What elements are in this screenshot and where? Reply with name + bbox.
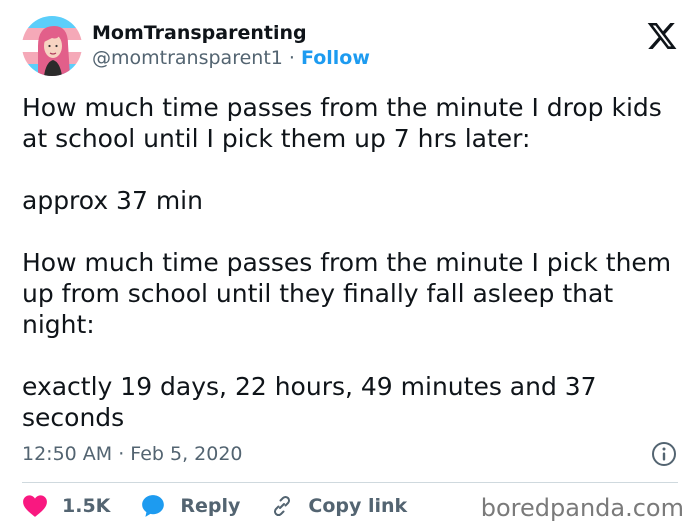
like-button[interactable]: 1.5K	[22, 490, 110, 522]
tweet-meta: 12:50 AM · Feb 5, 2020	[22, 440, 678, 468]
tweet-header: MomTransparenting @momtransparent1 · Fol…	[22, 16, 678, 80]
copy-link-label: Copy link	[308, 495, 408, 517]
tweet-paragraph: approx 37 min	[22, 186, 203, 215]
like-count: 1.5K	[62, 495, 111, 517]
tweet-paragraph: exactly 19 days, 22 hours, 49 minutes an…	[22, 372, 597, 432]
handle-line: @momtransparent1 · Follow	[92, 45, 370, 71]
tweet-text: How much time passes from the minute I d…	[22, 92, 682, 433]
tweet-paragraph: How much time passes from the minute I d…	[22, 93, 662, 153]
tweet-actions: 1.5K Reply Copy link	[22, 490, 437, 522]
divider	[22, 482, 678, 483]
handle-separator: ·	[288, 47, 295, 69]
user-info: MomTransparenting @momtransparent1 · Fol…	[92, 21, 370, 71]
speech-bubble-icon	[140, 493, 166, 519]
copy-link-button[interactable]: Copy link	[270, 490, 407, 522]
tweet-timestamp[interactable]: 12:50 AM · Feb 5, 2020	[22, 443, 243, 465]
reply-button[interactable]: Reply	[140, 490, 240, 522]
watermark: boredpanda.com	[480, 494, 684, 522]
user-handle[interactable]: @momtransparent1	[92, 47, 283, 69]
tweet-card: MomTransparenting @momtransparent1 · Fol…	[0, 0, 700, 532]
x-logo-icon[interactable]	[646, 20, 678, 52]
reply-label: Reply	[180, 495, 241, 517]
avatar[interactable]	[22, 16, 82, 76]
heart-icon	[22, 494, 48, 518]
link-icon	[270, 494, 294, 518]
display-name[interactable]: MomTransparenting	[92, 21, 370, 45]
follow-button[interactable]: Follow	[301, 47, 370, 69]
tweet-paragraph: How much time passes from the minute I p…	[22, 248, 672, 339]
info-icon[interactable]	[650, 440, 678, 468]
